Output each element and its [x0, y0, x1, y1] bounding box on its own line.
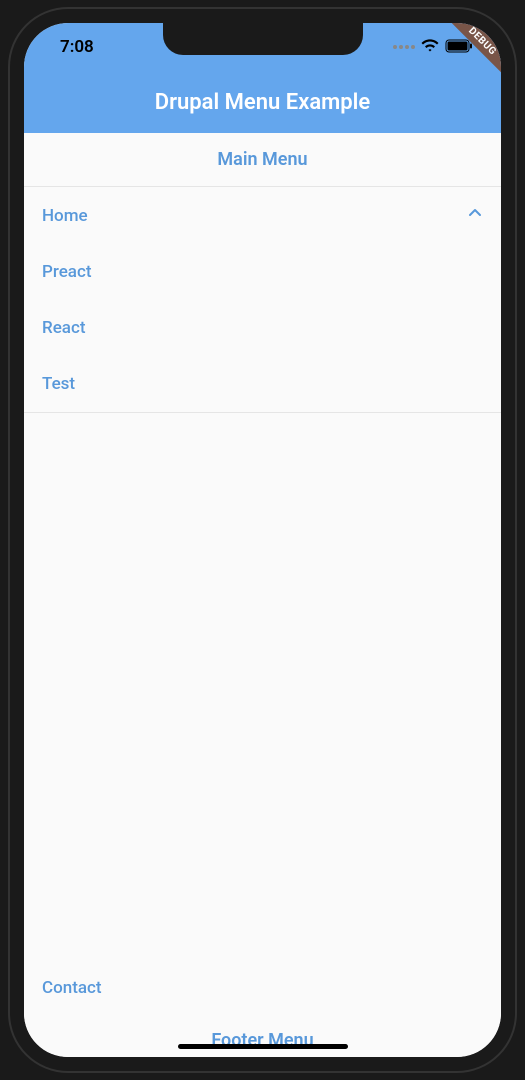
home-indicator[interactable] — [178, 1044, 348, 1049]
menu-item-label: React — [42, 318, 86, 338]
menu-item-label: Contact — [42, 978, 102, 998]
spacer — [24, 413, 501, 960]
menu-item-test[interactable]: Test — [24, 356, 501, 412]
content-area: Main Menu Home Preact React — [24, 133, 501, 1057]
phone-frame: DEBUG 7:08 — [10, 9, 515, 1071]
main-menu-header: Main Menu — [24, 133, 501, 187]
cellular-signal-icon — [393, 45, 415, 49]
footer-menu-header: Footer Menu — [24, 1016, 501, 1057]
menu-item-react[interactable]: React — [24, 300, 501, 356]
app-bar: Drupal Menu Example — [24, 71, 501, 133]
status-icons — [393, 38, 473, 57]
menu-item-contact[interactable]: Contact — [24, 960, 501, 1016]
notch — [163, 23, 363, 55]
chevron-up-icon[interactable] — [467, 205, 483, 226]
status-time: 7:08 — [60, 37, 94, 57]
menu-item-label: Home — [42, 206, 88, 226]
menu-item-preact[interactable]: Preact — [24, 244, 501, 300]
phone-screen: DEBUG 7:08 — [24, 23, 501, 1057]
menu-item-label: Test — [42, 374, 75, 394]
wifi-icon — [421, 38, 439, 57]
main-menu-list: Home Preact React Test — [24, 187, 501, 413]
menu-item-home[interactable]: Home — [24, 187, 501, 244]
app-title: Drupal Menu Example — [155, 90, 370, 115]
menu-item-label: Preact — [42, 262, 92, 282]
